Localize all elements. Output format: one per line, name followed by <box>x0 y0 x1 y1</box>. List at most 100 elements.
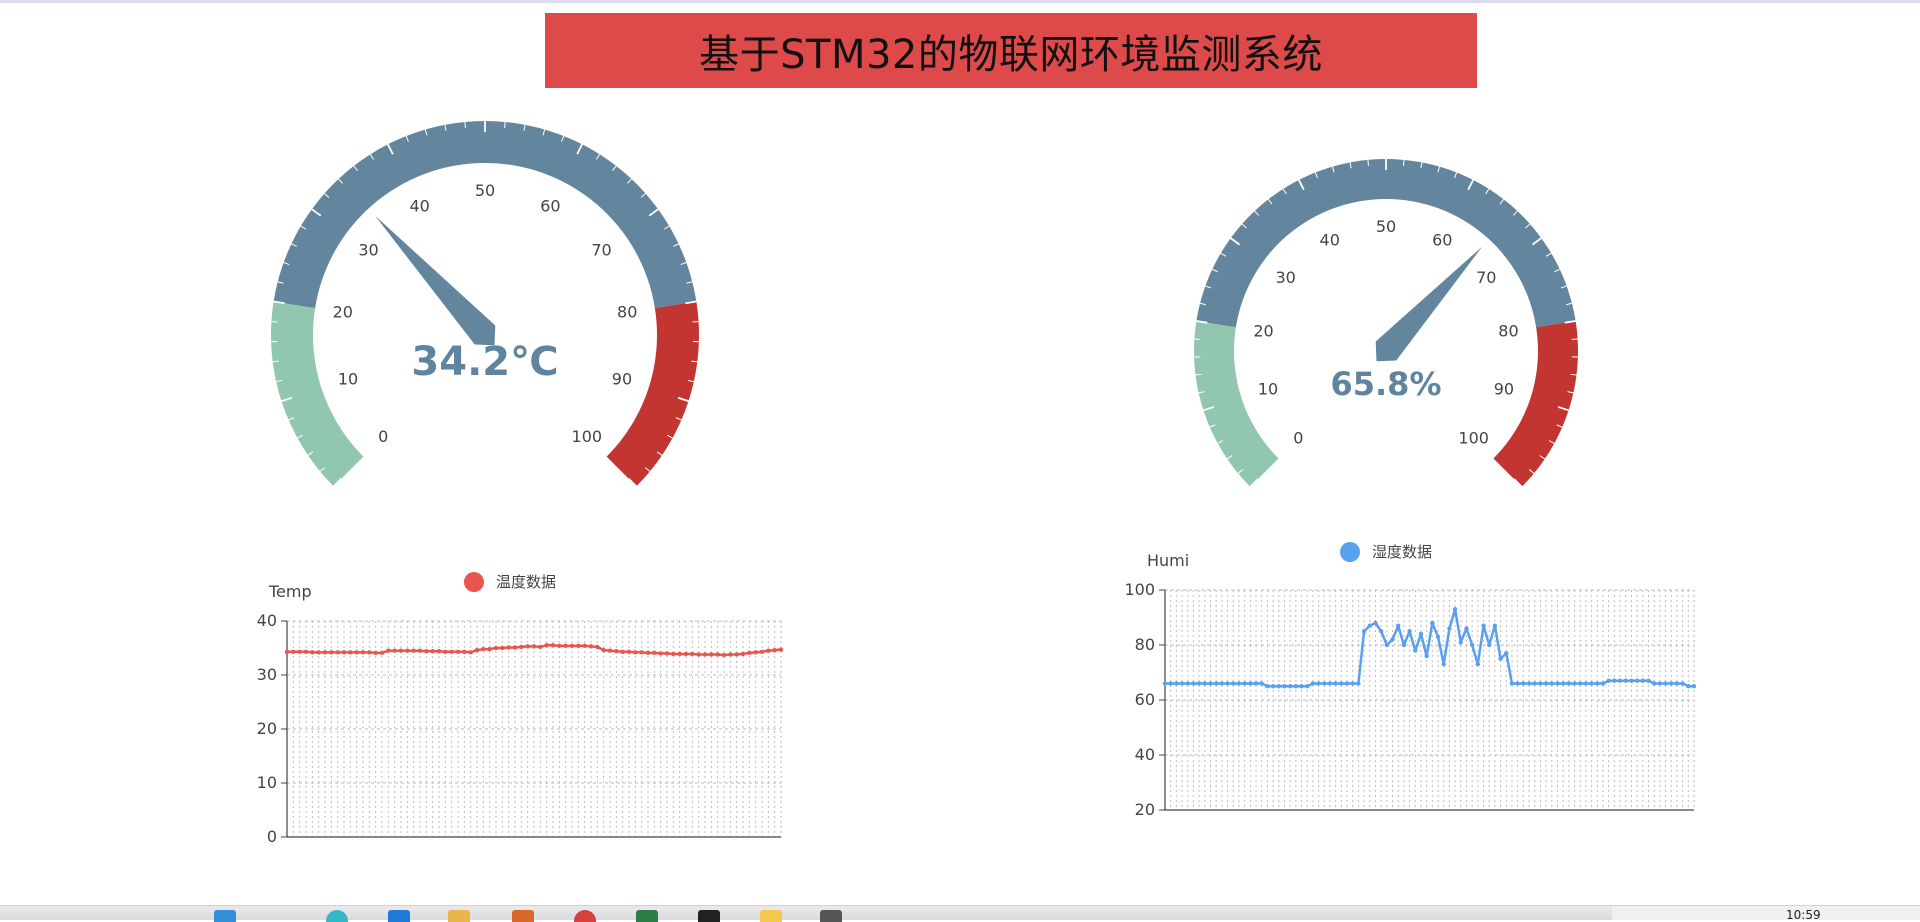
data-point <box>1515 681 1519 685</box>
data-point <box>1282 684 1286 688</box>
data-point <box>1203 681 1207 685</box>
legend-marker <box>1340 542 1360 562</box>
gauge-tick-label: 100 <box>1458 429 1489 448</box>
data-point <box>487 647 491 651</box>
data-point <box>456 650 460 654</box>
data-point <box>1294 684 1298 688</box>
data-point <box>722 653 726 657</box>
data-point <box>1527 681 1531 685</box>
data-point <box>1259 681 1263 685</box>
data-point <box>589 644 593 648</box>
data-point <box>1578 681 1582 685</box>
data-point <box>1686 684 1690 688</box>
data-point <box>1669 681 1673 685</box>
data-point <box>1225 681 1229 685</box>
gauge-tick-label: 90 <box>612 369 632 388</box>
temperature-gauge: 010203040506070809010034.2℃ <box>240 120 730 480</box>
data-point <box>1288 684 1292 688</box>
app-icon[interactable] <box>636 910 658 922</box>
data-point <box>1641 679 1645 683</box>
data-point <box>1618 679 1622 683</box>
data-point <box>1601 681 1605 685</box>
data-point <box>1316 681 1320 685</box>
data-point <box>291 650 295 654</box>
gauge-tick-label: 60 <box>1432 231 1452 250</box>
data-point <box>639 650 643 654</box>
y-tick-label: 100 <box>1124 580 1155 599</box>
data-point <box>329 650 333 654</box>
app-icon[interactable] <box>820 910 842 922</box>
gauge-band <box>271 302 363 487</box>
data-point <box>1555 681 1559 685</box>
gauge-tick <box>1404 160 1405 166</box>
y-axis-label: Humi <box>1147 551 1189 570</box>
data-point <box>532 644 536 648</box>
data-point <box>557 644 561 648</box>
data-point <box>1345 681 1349 685</box>
data-point <box>1646 679 1650 683</box>
data-point <box>1271 684 1275 688</box>
clock: 10:59 <box>1786 908 1821 922</box>
app-icon[interactable] <box>574 910 596 922</box>
data-point <box>411 649 415 653</box>
data-point <box>709 652 713 656</box>
temperature-line-chart: 010203040Temp温度数据 <box>240 565 800 850</box>
y-tick-label: 40 <box>257 611 277 630</box>
y-tick-label: 20 <box>1135 800 1155 819</box>
data-point <box>690 652 694 656</box>
edge-icon[interactable] <box>214 910 236 922</box>
gauge-tick-label: 20 <box>1253 322 1273 341</box>
gauge-value: 65.8% <box>1330 365 1441 403</box>
gauge-band <box>607 302 699 487</box>
app-icon[interactable] <box>760 910 782 922</box>
data-point <box>696 652 700 656</box>
data-point <box>658 651 662 655</box>
y-tick-label: 20 <box>257 719 277 738</box>
gauge-tick-label: 50 <box>475 181 495 200</box>
data-point <box>741 652 745 656</box>
data-point <box>1385 643 1389 647</box>
gauge-band <box>274 121 697 308</box>
data-point <box>1589 681 1593 685</box>
data-point <box>1521 681 1525 685</box>
data-point <box>652 651 656 655</box>
data-point <box>1624 679 1628 683</box>
gauge-band <box>1493 321 1578 487</box>
data-point <box>1510 681 1514 685</box>
data-point <box>367 650 371 654</box>
data-point <box>380 651 384 655</box>
app-icon[interactable] <box>388 910 410 922</box>
folder-icon[interactable] <box>448 910 470 922</box>
data-point <box>1561 681 1565 685</box>
data-point <box>1612 679 1616 683</box>
data-point <box>449 650 453 654</box>
data-point <box>1237 681 1241 685</box>
data-point <box>297 650 301 654</box>
data-point <box>1487 643 1491 647</box>
gauge-tick <box>505 122 506 128</box>
app-icon[interactable] <box>512 910 534 922</box>
data-point <box>1424 654 1428 658</box>
app-icon[interactable] <box>326 910 348 922</box>
data-point <box>1464 626 1468 630</box>
data-point <box>1373 621 1377 625</box>
data-point <box>1538 681 1542 685</box>
legend-label: 温度数据 <box>496 573 556 591</box>
data-point <box>1584 681 1588 685</box>
data-point <box>627 650 631 654</box>
data-point <box>1692 684 1696 688</box>
data-point <box>304 650 308 654</box>
data-point <box>1163 681 1167 685</box>
gauge-tick-label: 30 <box>1276 268 1296 287</box>
app-icon[interactable] <box>698 910 720 922</box>
data-point <box>1470 643 1474 647</box>
data-point <box>1419 632 1423 636</box>
humidity-gauge: 010203040506070809010065.8% <box>1160 155 1620 475</box>
data-point <box>1504 651 1508 655</box>
data-point <box>665 651 669 655</box>
data-point <box>1220 681 1224 685</box>
data-point <box>728 652 732 656</box>
data-point <box>1629 679 1633 683</box>
data-point <box>354 650 358 654</box>
data-point <box>1265 684 1269 688</box>
